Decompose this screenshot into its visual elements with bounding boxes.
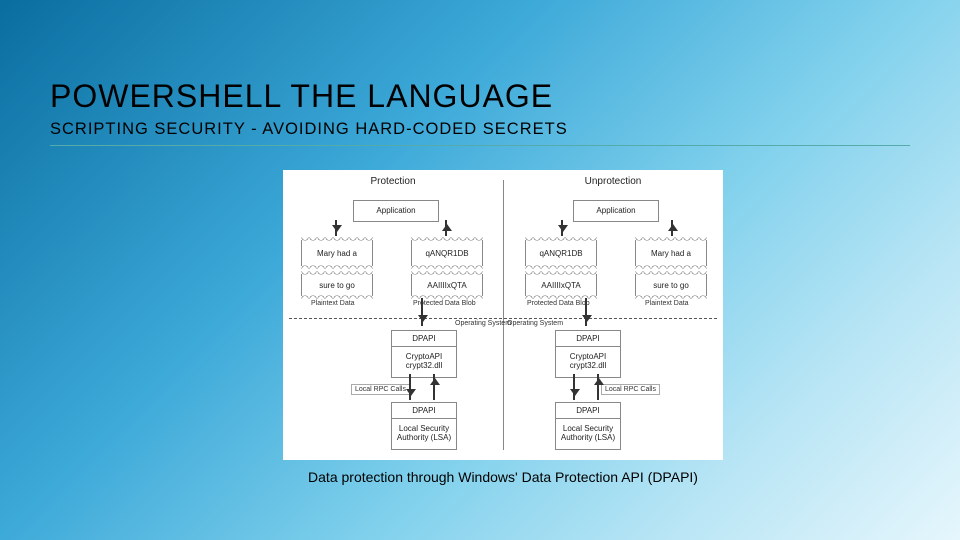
slide-subtitle: SCRIPTING SECURITY - AVOIDING HARD-CODED… [50,120,568,139]
arrow-r1 [561,220,563,236]
plain-text-2: sure to go [319,281,355,290]
plain-label-left: Plaintext Data [311,300,355,307]
rpc-left: Local RPC Calls [351,384,410,395]
cipher-text-r2: AAIIIIxQTA [541,281,580,290]
crypto-l2: crypt32.dll [406,362,442,371]
arrow-l4 [409,374,411,400]
arrow-r4 [573,374,575,400]
crypto-right: CryptoAPI crypt32.dll [555,346,621,378]
plain-wave-left: Mary had a [301,240,373,266]
os-label-right: Operating System [507,320,563,327]
cipher-text-1: qANQR1DB [425,249,468,258]
arrow-r2 [585,298,587,326]
cipher-wave-right: qANQR1DB [525,240,597,266]
arrow-r5 [597,374,599,400]
divider [50,145,910,146]
cipher-wave-right2: AAIIIIxQTA [525,274,597,296]
os-boundary [289,318,717,319]
unprotection-header: Unprotection [503,176,723,192]
os-label-left: Operating System [455,320,511,327]
cipher-label-right: Protected Data Blob [527,300,590,307]
plain-wave-right2: sure to go [635,274,707,296]
cipher-wave-left2: AAIIIIxQTA [411,274,483,296]
center-divider [503,180,504,450]
arrow-l3 [445,220,447,236]
plain-text-1: Mary had a [317,249,357,258]
application-right: Application [573,200,659,222]
arrow-r3 [671,220,673,236]
diagram-caption: Data protection through Windows' Data Pr… [283,468,723,486]
cipher-text-2: AAIIIIxQTA [427,281,466,290]
dpapi-diagram: Protection Unprotection Application Appl… [283,170,723,460]
arrow-l2 [421,298,423,326]
crypto-left: CryptoAPI crypt32.dll [391,346,457,378]
protection-header: Protection [283,176,503,192]
lsa-left: Local Security Authority (LSA) [391,418,457,450]
lsa-l2: Authority (LSA) [397,434,451,443]
arrow-l5 [433,374,435,400]
plain-text-r1: Mary had a [651,249,691,258]
crypto-r2: crypt32.dll [570,362,606,371]
plain-wave-left2: sure to go [301,274,373,296]
lsa-r2: Authority (LSA) [561,434,615,443]
plain-wave-right: Mary had a [635,240,707,266]
arrow-l1 [335,220,337,236]
lsa-right: Local Security Authority (LSA) [555,418,621,450]
cipher-wave-left: qANQR1DB [411,240,483,266]
plain-text-r2: sure to go [653,281,689,290]
application-left: Application [353,200,439,222]
cipher-text-r1: qANQR1DB [539,249,582,258]
plain-label-right: Plaintext Data [645,300,689,307]
slide-title: POWERSHELL THE LANGUAGE [50,78,553,115]
rpc-right: Local RPC Calls [601,384,660,395]
